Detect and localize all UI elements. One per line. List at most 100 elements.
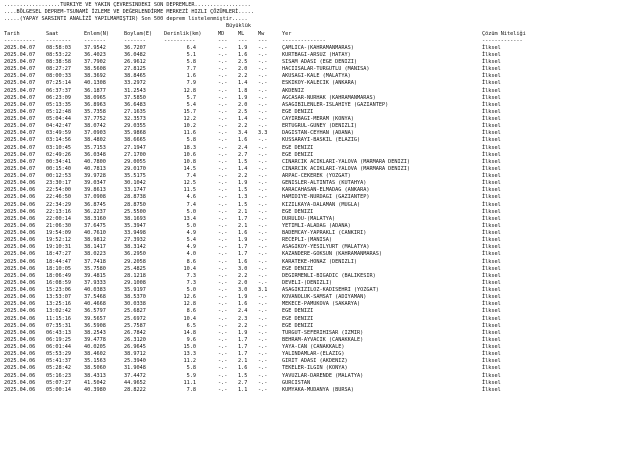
cell-quality: İlksel (482, 251, 501, 258)
cell-mw: -.- (258, 158, 268, 165)
cell-mw: -.- (258, 251, 268, 258)
cell-lon: 30.0338 (124, 301, 146, 308)
cell-lon: 29.2058 (124, 258, 146, 265)
cell-time: 18:06:49 (46, 272, 71, 279)
cell-lat: 37.0908 (84, 194, 106, 201)
cell-lon: 28.1218 (124, 272, 146, 279)
cell-date: 2025.04.07 (4, 80, 36, 87)
cell-lon: 38.8465 (124, 73, 146, 80)
cell-time: 19:52:12 (46, 237, 71, 244)
cell-date: 2025.04.07 (4, 87, 36, 94)
cell-lat: 39.4815 (84, 272, 106, 279)
cell-time: 06:23:09 (46, 94, 71, 101)
cell-time: 08:58:03 (46, 44, 71, 51)
cell-mw: -.- (258, 237, 268, 244)
cell-location: EGE DENIZI (282, 315, 314, 322)
cell-time: 05:12:48 (46, 108, 71, 115)
cell-mw: -.- (258, 194, 268, 201)
cell-date: 2025.04.07 (4, 151, 36, 158)
cell-md: -.- (218, 215, 228, 222)
cell-location: EGE DENIZI (282, 322, 314, 329)
cell-ml: 3.4 (238, 130, 248, 137)
cell-lon: 25.5500 (124, 208, 146, 215)
table-row: 2025.04.06 18:47:27 38.0223 36.2950 4.0 -.- 1.… (4, 251, 638, 258)
cell-mw: -.- (258, 151, 268, 158)
cell-quality: İlksel (482, 208, 501, 215)
cell-ml: 1.6 (238, 51, 248, 58)
cell-ml: 1.5 (238, 372, 248, 379)
cell-lon: 35.3947 (124, 222, 146, 229)
cell-lat: 38.4602 (84, 351, 106, 358)
cell-time: 06:37:37 (46, 87, 71, 94)
cell-quality: İlksel (482, 194, 501, 201)
cell-date: 2025.04.06 (4, 187, 36, 194)
cell-location: YALINDAMLAR-(ELAZIG) (282, 351, 345, 358)
cell-date: 2025.04.07 (4, 123, 36, 130)
cell-ml: 3.0 (238, 287, 248, 293)
cell-md: -.- (218, 379, 228, 386)
cell-depth: 13.3 (183, 351, 197, 358)
cell-date: 2025.04.07 (4, 173, 36, 179)
cell-time: 16:08:59 (46, 279, 71, 286)
cell-md: -.- (218, 158, 228, 165)
cell-mw: 3.3 (258, 130, 268, 137)
cell-lon: 26.9645 (124, 344, 146, 350)
cell-quality: İlksel (482, 101, 501, 108)
cell-depth: 7.4 (186, 173, 196, 179)
cell-location: DAGISTAN-CEYHAN (ADANA) (282, 130, 354, 137)
cell-ml: 1.7 (238, 251, 248, 258)
cell-lat: 36.5797 (84, 308, 106, 315)
cell-location: CAYIRBAGI-MERAM (KONYA) (282, 116, 354, 122)
cell-depth: 4.9 (186, 244, 196, 251)
cell-date: 2025.04.07 (4, 51, 36, 58)
cell-mw: -.- (258, 329, 268, 336)
table-row: 2025.04.06 22:46:50 37.0908 28.8738 4.6 -.- 1.… (4, 194, 638, 201)
cell-lat: 39.8613 (84, 187, 106, 194)
cell-mw: -.- (258, 336, 268, 343)
cell-mw: -.- (258, 201, 268, 208)
cell-quality: İlksel (482, 108, 501, 115)
cell-depth: 5.0 (186, 287, 196, 293)
cell-depth: 18.3 (183, 144, 197, 151)
cell-time: 05:04:44 (46, 116, 71, 122)
cell-lat: 38.3692 (84, 73, 106, 80)
cell-lat: 35.7580 (84, 265, 106, 272)
cell-date: 2025.04.06 (4, 386, 36, 393)
cell-quality: İlksel (482, 94, 501, 101)
table-row: 2025.04.07 05:04:44 37.7752 32.3573 12.2 -.- 1… (4, 116, 638, 123)
cell-ml: 1.1 (238, 386, 248, 393)
cell-ml: 1.3 (238, 194, 248, 201)
cell-time: 05:00:14 (46, 386, 71, 393)
table-row: 2025.04.07 08:53:22 36.4023 36.0482 5.1 -.- 1.… (4, 52, 638, 59)
cell-md: -.- (218, 351, 228, 358)
cell-lat: 39.0347 (84, 180, 106, 187)
cell-time: 11:15:16 (46, 315, 71, 322)
cell-lon: 26.9612 (124, 59, 146, 65)
cell-md: -.- (218, 201, 228, 208)
cell-lat: 38.4802 (84, 137, 106, 144)
cell-mw: -.- (258, 59, 268, 65)
cell-time: 05:53:29 (46, 351, 71, 358)
cell-lat: 37.5468 (84, 294, 106, 301)
cell-depth: 10.4 (183, 265, 197, 272)
cell-ml: 1.4 (238, 165, 248, 172)
cell-location: CINARCIK ACIKLARI-YALOVA (MARMARA DENIZI… (282, 158, 411, 165)
separator-location: -------------- (282, 37, 326, 44)
cell-mw: -.- (258, 66, 268, 73)
table-row: 2025.04.06 22:34:29 36.8745 28.8750 7.4 -.- 1.… (4, 202, 638, 209)
cell-date: 2025.04.07 (4, 101, 36, 108)
cell-depth: 12.8 (183, 87, 197, 94)
cell-mw: -.- (258, 279, 268, 286)
separator-row: ---------- -------- ------- ------- ----… (4, 38, 638, 45)
cell-date: 2025.04.06 (4, 294, 36, 301)
cell-lat: 37.7418 (84, 258, 106, 265)
cell-mw: -.- (258, 294, 268, 301)
cell-md: -.- (218, 336, 228, 343)
column-header-row: Tarih Saat Enlem(N) Boylam(E) Derinlik(k… (4, 31, 638, 38)
cell-ml: 1.9 (238, 294, 248, 301)
cell-quality: İlksel (482, 279, 501, 286)
cell-lon: 26.7842 (124, 329, 146, 336)
cell-date: 2025.04.06 (4, 201, 36, 208)
cell-lon: 27.1700 (124, 151, 146, 158)
cell-time: 08:53:22 (46, 51, 71, 58)
